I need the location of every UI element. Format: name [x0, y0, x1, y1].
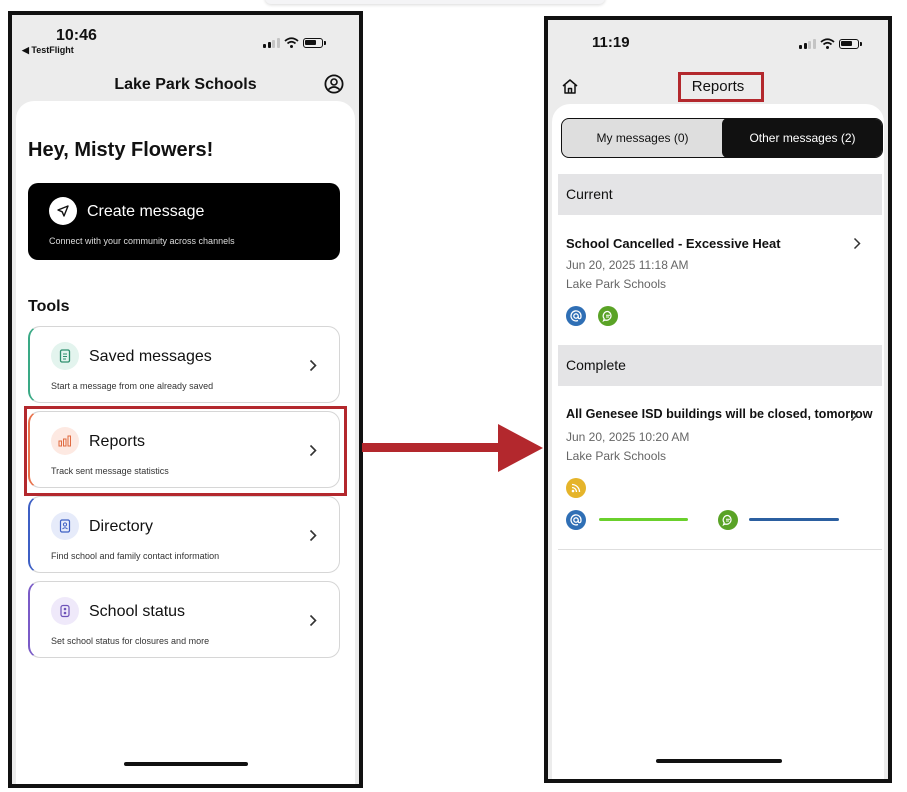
- account-circle-icon[interactable]: [324, 74, 344, 94]
- status-time: 11:19: [592, 34, 630, 51]
- chevron-right-icon: [853, 237, 861, 250]
- create-message-description: Connect with your community across chann…: [49, 236, 235, 246]
- message-org: Lake Park Schools: [566, 449, 667, 463]
- create-message-button[interactable]: Create message Connect with your communi…: [28, 183, 340, 260]
- reports-highlight-box: [24, 406, 347, 496]
- arrow-right-icon: [362, 424, 543, 472]
- tool-card-saved-messages[interactable]: Saved messages Start a message from one …: [28, 326, 340, 403]
- top-overlay-bar: [265, 0, 605, 4]
- status-time: 10:46: [56, 27, 97, 44]
- phone-home-screen: 10:46 ◀ TestFlight Lake Park Schools Hey…: [8, 11, 363, 788]
- sms-channel-icon: [598, 306, 618, 326]
- chevron-right-icon: [850, 409, 858, 422]
- tab-my-messages[interactable]: My messages (0): [562, 119, 723, 157]
- message-tabs: My messages (0) Other messages (2): [561, 118, 883, 158]
- section-header-complete: Complete: [558, 345, 882, 386]
- back-to-testflight[interactable]: ◀ TestFlight: [22, 45, 74, 56]
- tab-other-messages[interactable]: Other messages (2): [722, 119, 882, 157]
- tool-label: Directory: [89, 518, 154, 535]
- wifi-icon: [819, 38, 835, 49]
- email-progress-bar: [599, 518, 688, 521]
- status-icons: [799, 38, 862, 49]
- reports-title-highlight-box: [678, 72, 764, 102]
- phone-reports-screen: 11:19 Reports My messages (0) Other mess…: [544, 16, 892, 783]
- home-indicator: [123, 762, 248, 766]
- section-header-current: Current: [558, 174, 882, 215]
- message-title: School Cancelled - Excessive Heat: [566, 236, 781, 251]
- email-channel-icon: [566, 306, 586, 326]
- message-date: Jun 20, 2025 10:20 AM: [566, 430, 690, 444]
- tool-card-directory[interactable]: Directory Find school and family contact…: [28, 496, 340, 573]
- send-icon: [49, 197, 77, 225]
- status-icons: [263, 37, 326, 48]
- tool-card-school-status[interactable]: School status Set school status for clos…: [28, 581, 340, 658]
- tools-heading: Tools: [28, 298, 70, 315]
- list-divider: [558, 549, 882, 550]
- message-date: Jun 20, 2025 11:18 AM: [566, 258, 689, 272]
- signal-icon: [263, 37, 280, 48]
- create-message-label: Create message: [87, 203, 205, 220]
- battery-icon: [302, 37, 326, 48]
- signal-icon: [799, 38, 816, 49]
- tool-label: Saved messages: [89, 348, 212, 365]
- tool-label: School status: [89, 603, 186, 620]
- battery-icon: [838, 38, 862, 49]
- message-org: Lake Park Schools: [566, 277, 667, 291]
- chevron-right-icon: [309, 614, 317, 627]
- sms-channel-icon: [718, 510, 738, 530]
- email-channel-icon: [566, 510, 586, 530]
- status-icon: [51, 597, 79, 625]
- message-title: All Genesee ISD buildings will be closed…: [566, 407, 873, 421]
- greeting: Hey, Misty Flowers!: [28, 139, 214, 161]
- document-icon: [51, 342, 79, 370]
- rss-channel-icon: [566, 478, 586, 498]
- page-title: Lake Park Schools: [114, 76, 257, 93]
- chevron-right-icon: [309, 529, 317, 542]
- wifi-icon: [283, 37, 299, 48]
- tool-description: Start a message from one already saved: [51, 381, 214, 391]
- tool-description: Set school status for closures and more: [51, 636, 210, 646]
- home-indicator: [656, 759, 782, 763]
- sms-progress-bar: [749, 518, 839, 521]
- chevron-right-icon: [309, 359, 317, 372]
- contact-card-icon: [51, 512, 79, 540]
- tool-description: Find school and family contact informati…: [51, 551, 220, 561]
